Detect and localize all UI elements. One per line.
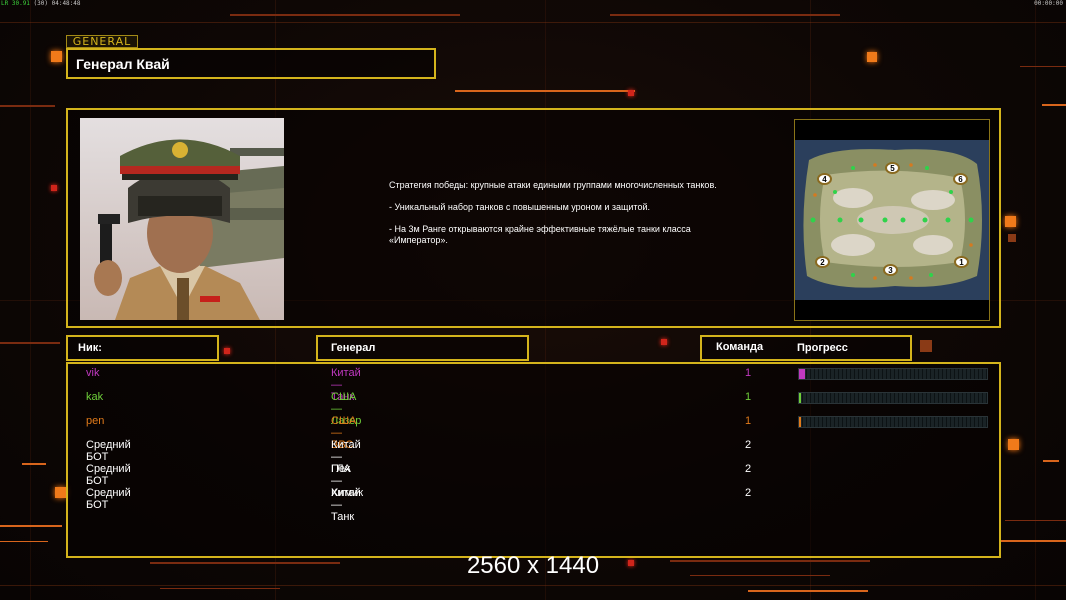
deco-square xyxy=(1005,216,1016,227)
progress-fill xyxy=(799,417,801,427)
game-clock: 00:00:00 xyxy=(1034,0,1063,7)
player-team[interactable]: 2 xyxy=(733,487,763,499)
general-portrait xyxy=(80,118,284,320)
deco-square xyxy=(1008,439,1019,450)
fps-prefix: LR xyxy=(1,0,9,7)
deco-square xyxy=(1008,234,1016,242)
player-nick: pen xyxy=(86,415,105,427)
deco-line xyxy=(748,590,868,592)
general-title-box: Генерал Квай xyxy=(66,48,436,79)
deco-line xyxy=(1042,104,1066,106)
progress-fill xyxy=(799,393,801,403)
deco-square xyxy=(55,487,66,498)
bg-grid-line xyxy=(30,0,31,600)
start-position-marker[interactable]: 1 xyxy=(954,256,969,268)
map-minimap-icon xyxy=(795,120,989,320)
player-nick: Средний БОТ xyxy=(86,487,131,511)
player-team[interactable]: 1 xyxy=(733,415,763,427)
start-position-marker[interactable]: 5 xyxy=(885,162,900,174)
deco-square xyxy=(920,340,932,352)
player-team[interactable]: 2 xyxy=(733,463,763,475)
resolution-label: 2560 x 1440 xyxy=(466,552,600,579)
progress-bar xyxy=(798,368,988,380)
general-description: Стратегия победы: крупные атаки едиными … xyxy=(389,180,719,257)
player-nick: kak xyxy=(86,391,104,403)
deco-line xyxy=(1005,520,1066,521)
deco-square xyxy=(661,339,667,345)
general-name: Генерал Квай xyxy=(76,56,170,72)
deco-line xyxy=(0,541,48,542)
progress-bar xyxy=(798,416,988,428)
fps-value: 30.91 xyxy=(11,0,30,7)
bg-grid-line xyxy=(0,22,1066,23)
start-position-marker[interactable]: 2 xyxy=(815,256,830,268)
deco-line xyxy=(0,105,55,107)
fps-suffix: (30) 04:48:48 xyxy=(33,0,81,7)
header-nick: Ник: xyxy=(78,342,102,354)
description-line: - Уникальный набор танков с повышенным у… xyxy=(389,202,650,212)
deco-square xyxy=(628,90,634,96)
start-position-marker[interactable]: 6 xyxy=(953,173,968,185)
start-position-marker[interactable]: 4 xyxy=(817,173,832,185)
deco-square xyxy=(224,348,230,354)
minimap[interactable]: 4 5 6 2 3 1 xyxy=(794,119,990,321)
deco-line xyxy=(1020,66,1066,67)
header-progress: Прогресс xyxy=(797,342,848,354)
lobby-screen: LR 30.91 (30) 04:48:48 00:00:00 GENERAL … xyxy=(0,0,1066,600)
player-team[interactable]: 1 xyxy=(733,367,763,379)
player-nick: vik xyxy=(86,367,100,379)
header-general: Генерал xyxy=(331,342,376,354)
deco-line xyxy=(22,463,46,465)
deco-line xyxy=(1043,460,1059,462)
player-team[interactable]: 1 xyxy=(733,391,763,403)
deco-line xyxy=(455,90,635,92)
deco-line xyxy=(610,14,840,16)
general-tag: GENERAL xyxy=(66,35,138,48)
player-nick: Средний БОТ xyxy=(86,463,131,487)
deco-square xyxy=(867,52,877,62)
player-team[interactable]: 2 xyxy=(733,439,763,451)
description-line: Стратегия победы: крупные атаки едиными … xyxy=(389,180,717,190)
progress-fill xyxy=(799,369,805,379)
header-team: Команда xyxy=(716,341,764,353)
deco-line xyxy=(0,525,62,527)
player-nick: Средний БОТ xyxy=(86,439,131,463)
description-line: - На 3м Ранге открываются крайне эффекти… xyxy=(389,224,691,245)
deco-square xyxy=(51,185,57,191)
deco-square xyxy=(51,51,62,62)
bg-grid-line xyxy=(0,585,1066,586)
general-portrait-icon xyxy=(80,118,284,320)
progress-bar xyxy=(798,392,988,404)
deco-line xyxy=(230,14,460,16)
deco-line xyxy=(160,588,280,589)
player-general[interactable]: Китай — Танк xyxy=(331,487,361,523)
bg-grid-line xyxy=(1035,0,1036,600)
start-position-marker[interactable]: 3 xyxy=(883,264,898,276)
fps-counter: LR 30.91 (30) 04:48:48 xyxy=(1,0,81,7)
deco-line xyxy=(1000,540,1066,542)
deco-line xyxy=(0,342,60,344)
